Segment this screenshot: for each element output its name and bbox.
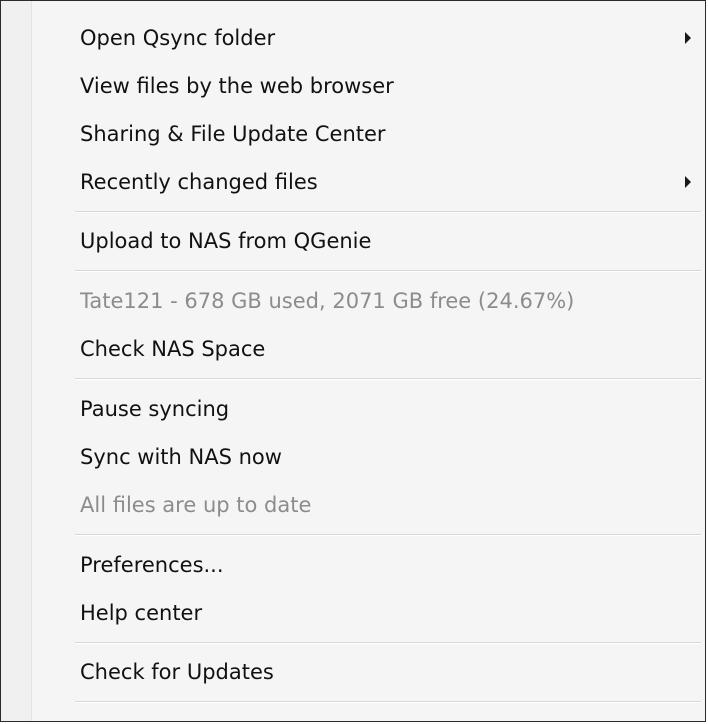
menu-item-nas-usage-status: Tate121 - 678 GB used, 2071 GB free (24.… — [1, 277, 705, 325]
menu-item-sync-status: All files are up to date — [1, 481, 705, 529]
submenu-arrow-icon — [685, 32, 691, 44]
menu-separator — [1, 696, 705, 708]
menu-item-recently-changed-files[interactable]: Recently changed files — [1, 158, 705, 206]
menu-item-preferences[interactable]: Preferences... — [1, 541, 705, 589]
menu-item-label: Sync with NAS now — [80, 445, 282, 469]
menu-item-check-nas-space[interactable]: Check NAS Space — [1, 325, 705, 373]
menu-item-label: Open Qsync folder — [80, 26, 276, 50]
menu-item-label: Upload to NAS from QGenie — [80, 229, 372, 253]
menu-item-label: Exit — [80, 708, 120, 721]
menu-item-view-files-web-browser[interactable]: View files by the web browser — [1, 62, 705, 110]
menu-separator — [1, 373, 705, 385]
menu-item-check-for-updates[interactable]: Check for Updates — [1, 649, 705, 696]
menu-item-label: Preferences... — [80, 553, 224, 577]
menu-item-sharing-file-update-center[interactable]: Sharing & File Update Center — [1, 110, 705, 158]
menu-separator — [1, 206, 705, 218]
menu-separator — [1, 637, 705, 649]
sync-status-text: All files are up to date — [80, 493, 312, 517]
menu-item-label: Recently changed files — [80, 170, 318, 194]
menu-separator — [1, 265, 705, 277]
menu-item-label: Check for Updates — [80, 660, 274, 684]
qsync-context-menu: Open Qsync folder View files by the web … — [0, 0, 706, 722]
menu-item-help-center[interactable]: Help center — [1, 589, 705, 637]
menu-item-label: View files by the web browser — [80, 74, 394, 98]
menu-item-label: Check NAS Space — [80, 337, 266, 361]
menu-item-label: Sharing & File Update Center — [80, 122, 386, 146]
menu-items: Open Qsync folder View files by the web … — [1, 1, 705, 721]
submenu-arrow-icon — [685, 176, 691, 188]
menu-item-label: Help center — [80, 601, 203, 625]
menu-separator — [1, 529, 705, 541]
menu-item-open-qsync-folder[interactable]: Open Qsync folder — [1, 14, 705, 62]
menu-item-pause-syncing[interactable]: Pause syncing — [1, 385, 705, 433]
menu-item-sync-with-nas-now[interactable]: Sync with NAS now — [1, 433, 705, 481]
menu-item-upload-to-nas-from-qgenie[interactable]: Upload to NAS from QGenie — [1, 218, 705, 265]
menu-item-label: Pause syncing — [80, 397, 230, 421]
menu-item-exit[interactable]: Exit — [1, 708, 705, 721]
nas-usage-status-text: Tate121 - 678 GB used, 2071 GB free (24.… — [80, 289, 575, 313]
